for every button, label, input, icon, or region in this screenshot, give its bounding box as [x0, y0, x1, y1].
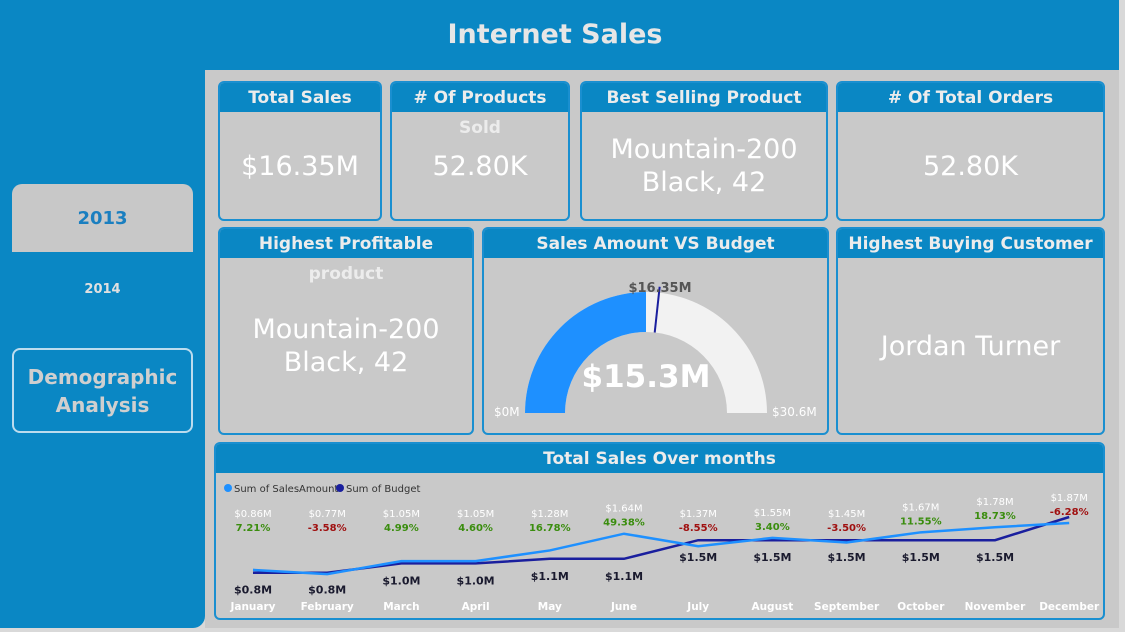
month-tick-label: December — [1039, 601, 1100, 613]
month-tick-label: September — [814, 601, 880, 613]
variance-label: 4.99% — [384, 523, 419, 534]
budget-data-label: $1.5M — [902, 551, 940, 564]
budget-data-label: $1.1M — [531, 570, 569, 583]
sales-data-label: $1.87M — [1051, 493, 1088, 504]
card-title: # Of Total Orders — [838, 83, 1103, 112]
sales-data-label: $1.45M — [828, 509, 865, 520]
best-selling-product-value: Mountain-200 Black, 42 — [610, 134, 798, 198]
budget-data-label: $0.8M — [308, 584, 346, 597]
sales-data-label: $1.55M — [754, 508, 791, 519]
total-orders-value: 52.80K — [922, 150, 1018, 182]
products-sold-card: # Of Products Sold 52.80K — [390, 81, 570, 221]
sales-data-label: $0.86M — [234, 509, 271, 520]
sales-data-label: $1.05M — [383, 509, 420, 520]
sales-data-label: $1.64M — [605, 504, 642, 515]
demographic-analysis-button[interactable]: Demographic Analysis — [12, 348, 193, 433]
sales-data-label: $1.37M — [680, 509, 717, 520]
gauge-max-label: $30.6M — [772, 405, 817, 419]
sales-over-months-card: Total Sales Over months Sum of SalesAmou… — [214, 442, 1105, 620]
total-orders-card: # Of Total Orders 52.80K — [836, 81, 1105, 221]
variance-label: -3.50% — [827, 523, 866, 534]
card-title: Highest Buying Customer — [838, 229, 1103, 258]
month-tick-label: February — [301, 601, 354, 613]
variance-label: 7.21% — [236, 523, 271, 534]
budget-data-label: $1.5M — [679, 551, 717, 564]
budget-data-label: $1.1M — [605, 570, 643, 583]
variance-label: 4.60% — [458, 523, 493, 534]
variance-label: 16.78% — [529, 523, 571, 534]
budget-data-label: $1.5M — [828, 551, 866, 564]
month-tick-label: August — [751, 601, 793, 613]
month-tick-label: March — [383, 601, 419, 613]
variance-label: 49.38% — [603, 518, 645, 529]
gauge-target-label: $16.35M — [628, 281, 691, 296]
sales-data-label: $1.67M — [902, 502, 939, 513]
card-title: Total Sales — [220, 83, 380, 112]
card-title: Sales Amount VS Budget — [484, 229, 827, 258]
highest-buying-customer-value: Jordan Turner — [880, 330, 1061, 362]
total-sales-value: $16.35M — [241, 150, 359, 182]
highest-profitable-product-card: Highest Profitable product Mountain-200 … — [218, 227, 474, 435]
legend-sales-label: Sum of SalesAmount — [234, 484, 338, 495]
budget-data-label: $1.0M — [457, 574, 495, 587]
variance-label: 18.73% — [974, 511, 1016, 522]
variance-label: 3.40% — [755, 522, 790, 533]
month-tick-label: November — [965, 601, 1027, 613]
variance-label: -3.58% — [308, 523, 347, 534]
card-title: Best Selling Product — [582, 83, 826, 112]
month-tick-label: July — [686, 601, 709, 613]
budget-data-label: $1.5M — [976, 551, 1014, 564]
page-title: Internet Sales — [447, 19, 663, 50]
sales-data-label: $1.78M — [976, 497, 1013, 508]
card-title: Highest Profitable product — [220, 229, 472, 284]
budget-data-label: $1.5M — [753, 551, 791, 564]
line-chart: Sum of SalesAmount Sum of Budget $0.86M 7… — [224, 484, 1100, 613]
chart-title: Total Sales Over months — [216, 444, 1103, 473]
month-tick-label: May — [538, 601, 562, 613]
sales-data-label: $0.77M — [309, 509, 346, 520]
sales-vs-budget-card: Sales Amount VS Budget $15.3M $16.35M $0… — [482, 227, 829, 435]
budget-data-label: $0.8M — [234, 584, 272, 597]
month-tick-label: April — [462, 601, 490, 613]
gauge-min-label: $0M — [494, 405, 520, 419]
month-tick-label: October — [897, 601, 945, 613]
sales-data-label: $1.28M — [531, 509, 568, 520]
total-sales-card: Total Sales $16.35M — [218, 81, 382, 221]
highest-profitable-product-value: Mountain-200 Black, 42 — [252, 314, 440, 378]
variance-label: -6.28% — [1050, 507, 1089, 518]
legend-sales-marker — [224, 484, 232, 492]
sidebar — [0, 0, 205, 628]
card-title: # Of Products Sold — [392, 83, 568, 138]
variance-label: 11.55% — [900, 516, 942, 527]
budget-series-line — [253, 515, 1070, 574]
gauge-value-label: $15.3M — [582, 359, 711, 395]
highest-buying-customer-card: Highest Buying Customer Jordan Turner — [836, 227, 1105, 435]
month-tick-label: June — [610, 601, 637, 613]
month-tick-label: January — [229, 601, 275, 613]
legend-budget-marker — [336, 484, 344, 492]
year-button-2014[interactable]: 2014 — [12, 272, 193, 306]
legend-budget-label: Sum of Budget — [346, 484, 420, 495]
year-button-2013[interactable]: 2013 — [12, 184, 193, 252]
sales-data-label: $1.05M — [457, 509, 494, 520]
best-selling-product-card: Best Selling Product Mountain-200 Black,… — [580, 81, 828, 221]
budget-data-label: $1.0M — [382, 574, 420, 587]
variance-label: -8.55% — [679, 523, 718, 534]
gauge-chart: $15.3M $16.35M $0M $30.6M — [494, 281, 817, 419]
products-sold-value: 52.80K — [432, 150, 528, 182]
